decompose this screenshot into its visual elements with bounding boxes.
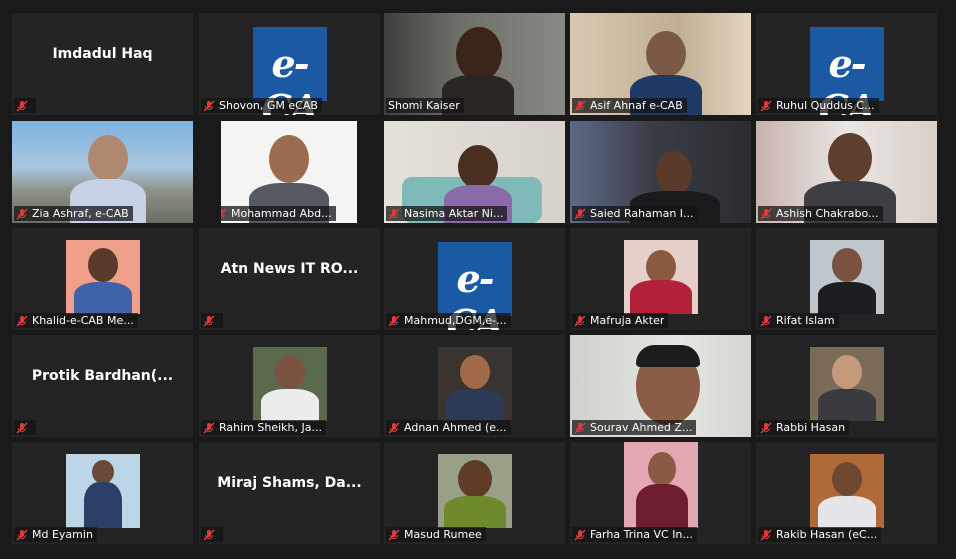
participant-label: Sourav Ahmed Z...	[572, 420, 697, 435]
participant-tile[interactable]: Khalid-e-CAB Me...	[12, 228, 193, 330]
participant-name-display: Miraj Shams, Da...	[217, 474, 362, 491]
mic-muted-icon	[760, 207, 772, 220]
participant-tile-active-speaker[interactable]: Shomi Kaiser	[384, 13, 565, 115]
participant-label	[14, 420, 36, 435]
profile-photo	[438, 454, 512, 528]
participant-label: Masud Rumee	[386, 527, 486, 542]
ecab-logo: e-CA	[252, 27, 327, 115]
participant-tile[interactable]: Farha Trina VC In...	[570, 442, 751, 544]
participant-tile[interactable]: Zia Ashraf, e-CAB	[12, 121, 193, 223]
participant-label: Md Eyamin	[14, 527, 97, 542]
participant-tile[interactable]: Protik Bardhan(...	[12, 335, 193, 437]
profile-photo	[810, 240, 884, 314]
participant-label: Shovon, GM eCAB	[201, 98, 322, 113]
participant-tile[interactable]: Sourav Ahmed Z...	[570, 335, 751, 437]
participant-tile[interactable]: Md Eyamin	[12, 442, 193, 544]
participant-label: Farha Trina VC In...	[572, 527, 697, 542]
participant-label: Rahim Sheikh, Ja...	[201, 420, 326, 435]
participant-label: Shomi Kaiser	[386, 98, 464, 113]
participant-label: Zia Ashraf, e-CAB	[14, 206, 133, 221]
participant-tile[interactable]: Mohammad Abd...	[221, 121, 357, 223]
participant-tile[interactable]: Rahim Sheikh, Ja...	[199, 335, 380, 437]
participant-tile[interactable]: Atn News IT RO...	[199, 228, 380, 330]
gallery-grid: Imdadul Haq e-CA Shovon, GM eCAB Shomi K…	[12, 13, 940, 545]
mic-muted-icon	[388, 421, 400, 434]
mic-muted-icon	[16, 421, 28, 434]
mic-muted-icon	[388, 207, 400, 220]
mic-muted-icon	[388, 528, 400, 541]
profile-photo	[810, 347, 884, 421]
mic-muted-icon	[760, 528, 772, 541]
participant-tile[interactable]: Asif Ahnaf e-CAB	[570, 13, 751, 115]
mic-muted-icon	[760, 314, 772, 327]
mic-muted-icon	[16, 528, 28, 541]
mic-muted-icon	[574, 99, 586, 112]
participant-tile[interactable]: Miraj Shams, Da...	[199, 442, 380, 544]
mic-muted-icon	[760, 99, 772, 112]
mic-muted-icon	[574, 314, 586, 327]
participant-name-display: Imdadul Haq	[52, 45, 153, 62]
participant-label: Nasima Aktar Ni...	[386, 206, 508, 221]
mic-muted-icon	[760, 421, 772, 434]
ecab-logo: e-CA	[809, 27, 884, 115]
participant-label: Mahmud,DGM,e-...	[386, 313, 511, 328]
mic-muted-icon	[203, 421, 215, 434]
participant-name-display: Atn News IT RO...	[220, 260, 359, 277]
mic-muted-icon	[16, 314, 28, 327]
mic-muted-icon	[574, 528, 586, 541]
profile-photo	[253, 347, 327, 421]
profile-photo	[810, 454, 884, 528]
participant-name-display: Protik Bardhan(...	[31, 367, 174, 384]
mic-muted-icon	[203, 314, 215, 327]
mic-muted-icon	[16, 99, 28, 112]
mic-muted-icon	[203, 99, 215, 112]
participant-label: Khalid-e-CAB Me...	[14, 313, 138, 328]
participant-tile[interactable]: Rifat Islam	[756, 228, 937, 330]
participant-tile[interactable]: Imdadul Haq	[12, 13, 193, 115]
participant-label: Mafruja Akter	[572, 313, 669, 328]
participant-tile[interactable]: Masud Rumee	[384, 442, 565, 544]
mic-muted-icon	[16, 207, 28, 220]
participant-label: Rakib Hasan (eC...	[758, 527, 882, 542]
participant-label: Ashish Chakrabo...	[758, 206, 883, 221]
participant-tile[interactable]: e-CA Shovon, GM eCAB	[199, 13, 380, 115]
participant-label: Rabbi Hasan	[758, 420, 850, 435]
participant-tile[interactable]: Adnan Ahmed (e...	[384, 335, 565, 437]
participant-tile[interactable]: Nasima Aktar Ni...	[384, 121, 565, 223]
profile-photo	[66, 240, 140, 314]
mic-muted-icon	[221, 207, 227, 218]
mic-muted-icon	[203, 528, 215, 541]
participant-tile[interactable]: Mafruja Akter	[570, 228, 751, 330]
participant-tile[interactable]: Rakib Hasan (eC...	[756, 442, 937, 544]
participant-label	[201, 313, 223, 328]
participant-tile[interactable]: e-CA Mahmud,DGM,e-...	[384, 228, 565, 330]
profile-photo	[624, 240, 698, 314]
profile-photo	[438, 347, 512, 421]
participant-label: Asif Ahnaf e-CAB	[572, 98, 687, 113]
mic-muted-icon	[574, 421, 586, 434]
mic-muted-icon	[574, 207, 586, 220]
mic-muted-icon	[388, 314, 400, 327]
participant-label: Ruhul Quddus C...	[758, 98, 879, 113]
participant-tile[interactable]: Rabbi Hasan	[756, 335, 937, 437]
profile-photo	[624, 442, 698, 528]
participant-tile[interactable]: e-CA Ruhul Quddus C...	[756, 13, 937, 115]
ecab-logo: e-CA	[437, 242, 512, 330]
participant-label: Rifat Islam	[758, 313, 839, 328]
participant-label	[201, 527, 223, 542]
participant-label: Mohammad Abd...	[221, 206, 336, 221]
participant-label: Adnan Ahmed (e...	[386, 420, 511, 435]
participant-tile[interactable]: Saied Rahaman I...	[570, 121, 751, 223]
participant-tile[interactable]: Ashish Chakrabo...	[756, 121, 937, 223]
participant-label: Saied Rahaman I...	[572, 206, 698, 221]
profile-photo	[66, 454, 140, 528]
participant-label	[14, 98, 36, 113]
